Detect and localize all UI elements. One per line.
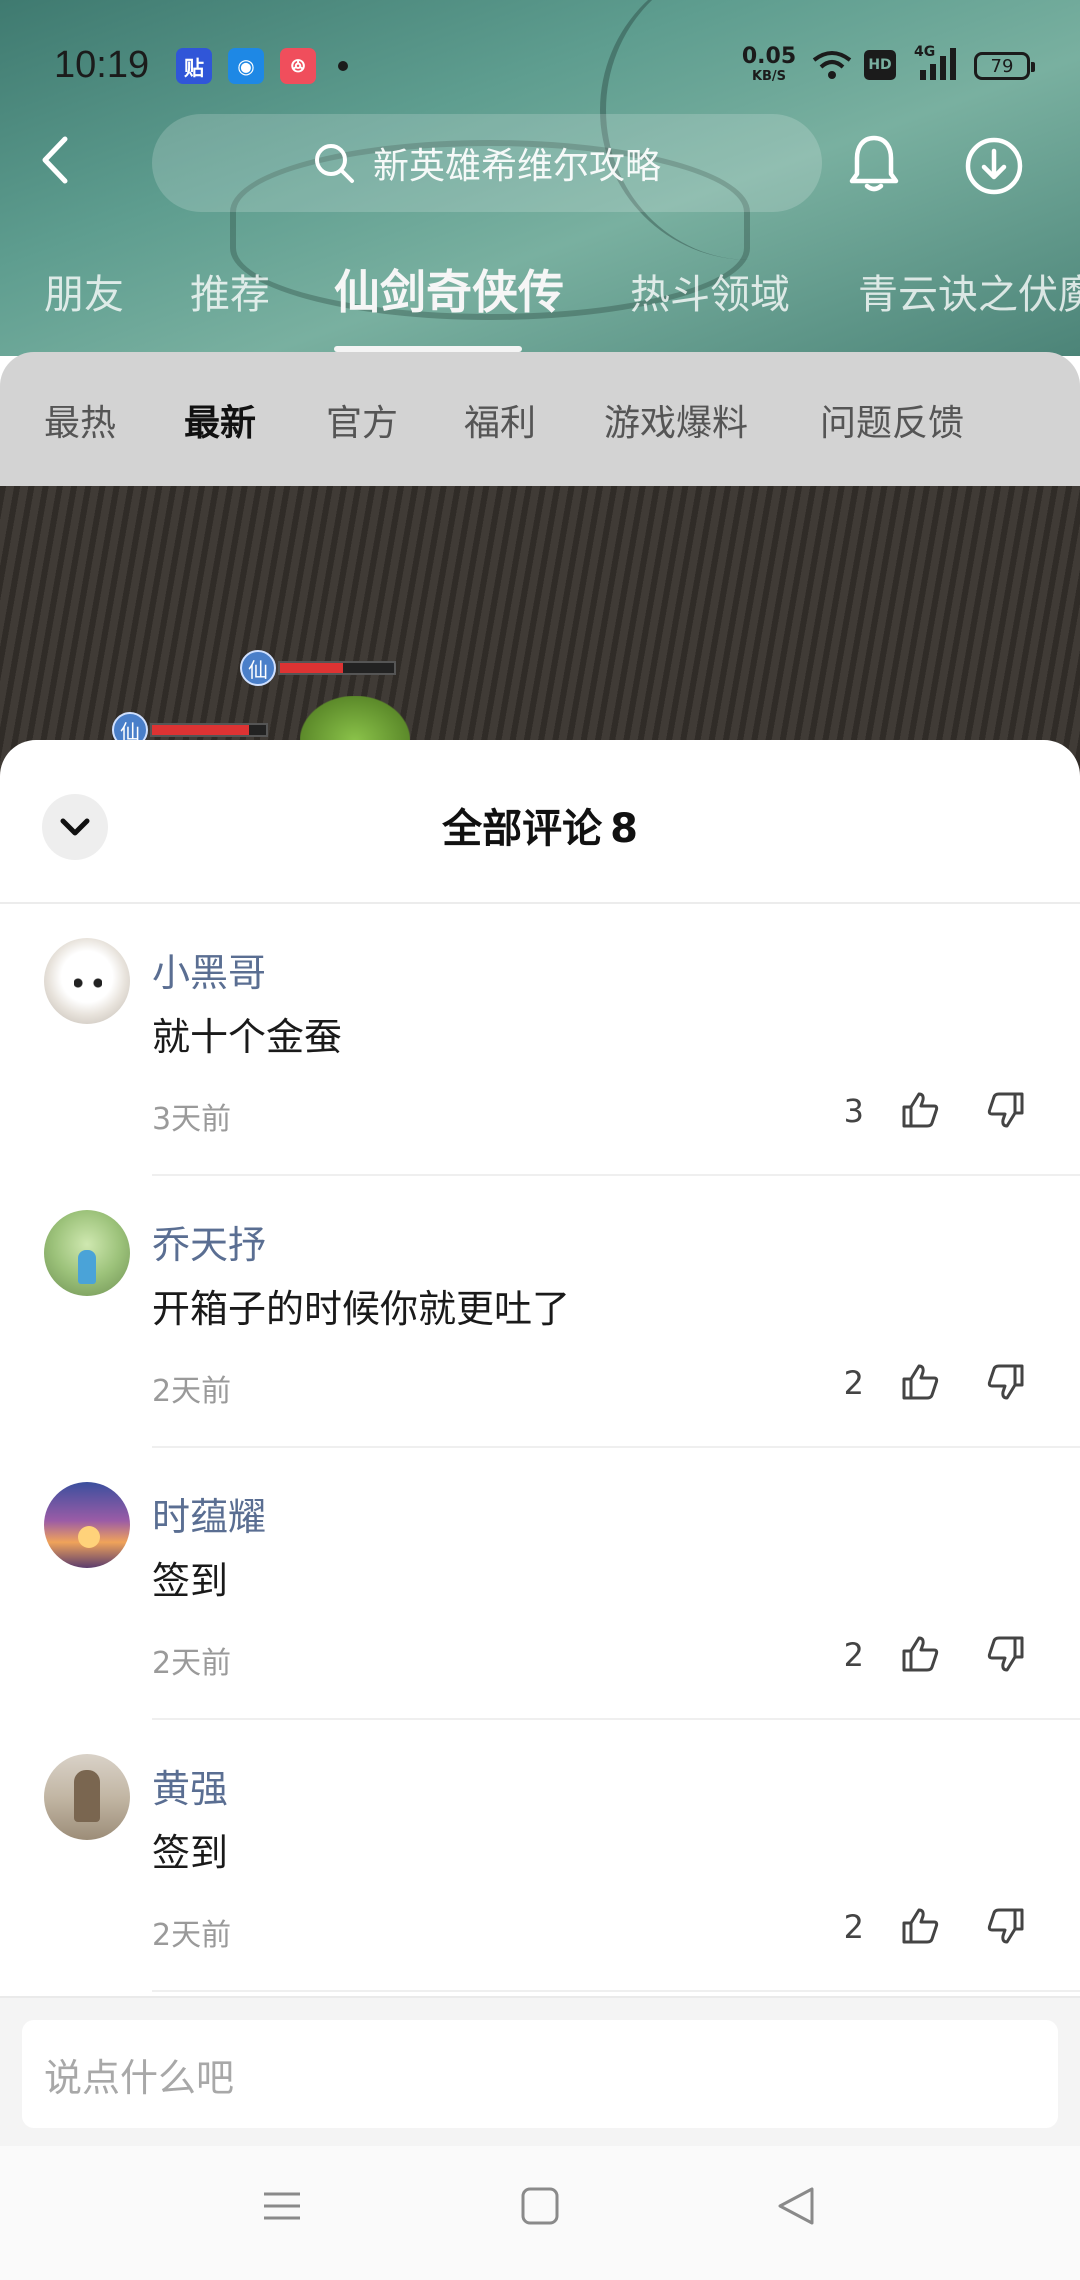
back-arrow-icon xyxy=(42,136,68,184)
subtab-feedback[interactable]: 问题反馈 xyxy=(820,394,964,446)
back-triangle-icon[interactable] xyxy=(776,2186,816,2226)
wifi-icon xyxy=(812,51,852,79)
thumbs-down-icon xyxy=(987,1092,1024,1128)
search-placeholder: 新英雄希维尔攻略 xyxy=(372,146,661,187)
dislike-button[interactable] xyxy=(986,1634,1026,1678)
sub-tabs: 最热 最新 官方 福利 游戏爆料 问题反馈 xyxy=(0,352,1080,486)
game-unit-1: 仙 xyxy=(240,650,396,686)
avatar[interactable] xyxy=(44,1482,130,1568)
comments-title: 全部评论 8 xyxy=(0,796,1080,854)
subtab-hot[interactable]: 最热 xyxy=(44,394,116,446)
avatar[interactable] xyxy=(44,1754,130,1840)
comment-item: 乔天抒 开箱子的时候你就更吐了 2天前 2 xyxy=(0,1176,1080,1448)
avatar[interactable] xyxy=(44,938,130,1024)
comment-item: 小黑哥 就十个金蚕 3天前 3 xyxy=(0,904,1080,1176)
more-notifications-dot xyxy=(338,61,348,71)
dislike-button[interactable] xyxy=(986,1090,1026,1134)
like-button[interactable] xyxy=(900,1906,940,1950)
thumbs-down-icon xyxy=(987,1636,1024,1672)
avatar-detail xyxy=(78,1250,96,1284)
avatar-detail xyxy=(78,1526,100,1548)
subtab-game-news[interactable]: 游戏爆料 xyxy=(604,394,748,446)
comment-text[interactable]: 签到 xyxy=(152,1822,228,1877)
search-icon xyxy=(314,144,354,183)
subtab-official[interactable]: 官方 xyxy=(326,394,398,446)
comment-time: 2天前 xyxy=(152,1646,232,1681)
battery-icon: 79 xyxy=(974,52,1035,80)
like-button[interactable] xyxy=(900,1090,940,1134)
tieba-app-icon: 贴 xyxy=(176,48,212,84)
network-speed-value: 0.05 xyxy=(741,44,797,69)
game-tabs: 朋友 推荐 仙剑奇侠传 热斗领域 青云诀之伏魔 xyxy=(0,256,1080,356)
network-speed: 0.05 KB/S xyxy=(740,44,798,84)
back-button[interactable] xyxy=(34,130,74,190)
bell-icon xyxy=(849,135,899,192)
comment-username[interactable]: 黄强 xyxy=(152,1758,228,1813)
browser-app-icon: ◉ xyxy=(228,48,264,84)
status-time: 10:19 xyxy=(54,44,150,86)
unit-badge: 仙 xyxy=(240,650,276,686)
subtab-welfare[interactable]: 福利 xyxy=(464,394,536,446)
status-bar: 10:19 贴 ◉ ꔮ 0.05 KB/S HD 4G 79 xyxy=(0,0,1080,130)
thumbs-down-icon xyxy=(987,1364,1024,1400)
download-icon xyxy=(965,137,1023,195)
comment-time: 2天前 xyxy=(152,1918,232,1953)
tab-friends[interactable]: 朋友 xyxy=(44,262,124,320)
like-button[interactable] xyxy=(900,1634,940,1678)
like-count: 2 xyxy=(843,1908,864,1946)
thumbs-down-icon xyxy=(987,1908,1024,1944)
like-button[interactable] xyxy=(900,1362,940,1406)
like-count: 2 xyxy=(843,1364,864,1402)
comment-time: 2天前 xyxy=(152,1374,232,1409)
thumbs-up-icon xyxy=(902,1364,939,1400)
comment-input[interactable]: 说点什么吧 xyxy=(22,2020,1058,2128)
avatar-detail xyxy=(74,1770,100,1822)
subtab-latest[interactable]: 最新 xyxy=(184,394,256,446)
home-square-icon[interactable] xyxy=(520,2186,560,2226)
thumbs-up-icon xyxy=(902,1092,939,1128)
like-count: 3 xyxy=(843,1092,864,1130)
search-bar[interactable]: 新英雄希维尔攻略 xyxy=(152,114,822,212)
avatar[interactable] xyxy=(44,1210,130,1296)
tab-recommend[interactable]: 推荐 xyxy=(190,262,270,320)
comment-text[interactable]: 签到 xyxy=(152,1550,228,1605)
comment-username[interactable]: 小黑哥 xyxy=(152,942,266,997)
like-count: 2 xyxy=(843,1636,864,1674)
hd-voice-badge: HD xyxy=(864,50,896,80)
unit-health-bar xyxy=(150,723,268,737)
comment-username[interactable]: 时蕴耀 xyxy=(152,1486,266,1541)
comment-item: 时蕴耀 签到 2天前 2 xyxy=(0,1448,1080,1720)
thumbs-up-icon xyxy=(902,1908,939,1944)
comments-title-text: 全部评论 xyxy=(442,806,603,852)
comment-text[interactable]: 就十个金蚕 xyxy=(152,1006,342,1061)
kuaishou-app-icon: ꔮ xyxy=(280,48,316,84)
dislike-button[interactable] xyxy=(986,1362,1026,1406)
notification-icons: 贴 ◉ ꔮ xyxy=(176,48,348,84)
tab-qingyunjue[interactable]: 青云诀之伏魔 xyxy=(858,262,1080,320)
comment-text[interactable]: 开箱子的时候你就更吐了 xyxy=(152,1278,570,1333)
divider xyxy=(152,1990,1080,1992)
signal-strength-icon xyxy=(920,48,956,80)
comment-item: 黄强 签到 2天前 2 xyxy=(0,1720,1080,1992)
avatar-detail xyxy=(74,978,102,988)
comment-username[interactable]: 乔天抒 xyxy=(152,1214,266,1269)
dislike-button[interactable] xyxy=(986,1906,1026,1950)
tab-xianjian[interactable]: 仙剑奇侠传 xyxy=(334,256,564,322)
notifications-button[interactable] xyxy=(848,134,900,198)
thumbs-up-icon xyxy=(902,1636,939,1672)
comment-time: 3天前 xyxy=(152,1102,232,1137)
comments-count: 8 xyxy=(610,806,638,852)
comment-input-bar: 说点什么吧 xyxy=(0,1996,1080,2146)
network-speed-unit: KB/S xyxy=(751,69,787,84)
tab-redou-lingyu[interactable]: 热斗领域 xyxy=(630,262,790,320)
unit-health-bar xyxy=(278,661,396,675)
menu-icon[interactable] xyxy=(262,2186,302,2226)
download-button[interactable] xyxy=(964,136,1024,200)
system-navigation-bar xyxy=(0,2146,1080,2280)
